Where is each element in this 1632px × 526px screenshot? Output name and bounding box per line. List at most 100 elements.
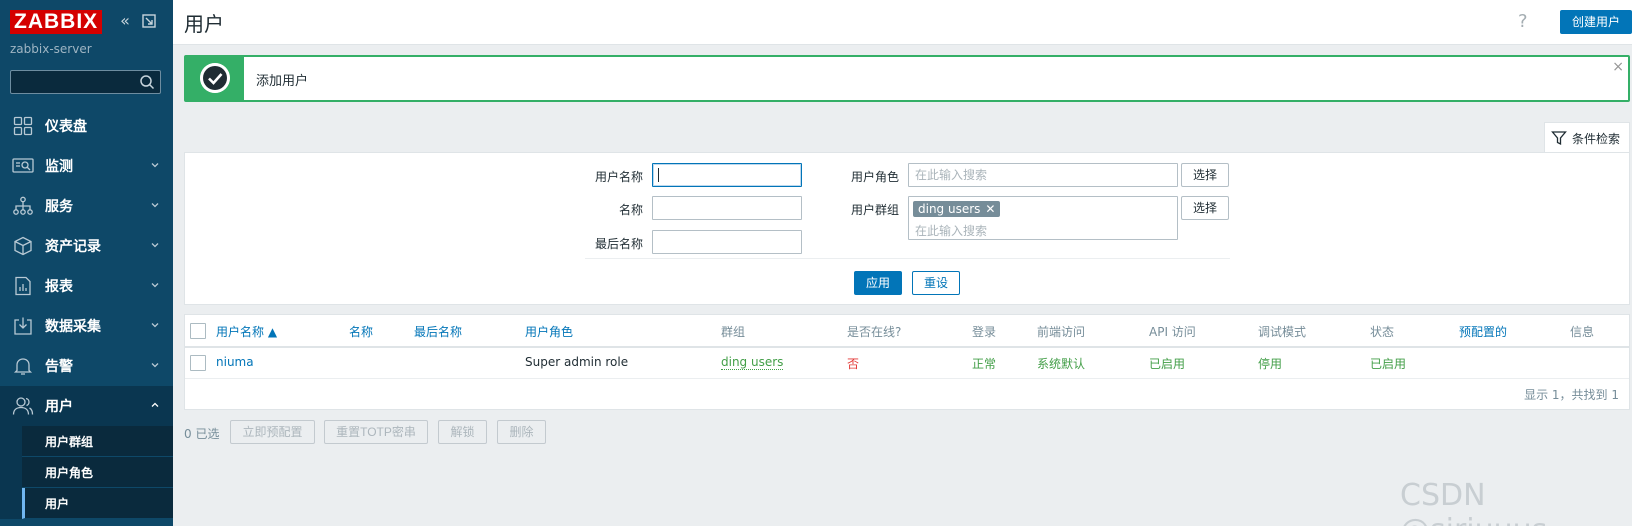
row-groups-link[interactable]: ding users <box>721 355 784 370</box>
create-user-button[interactable]: 创建用户 <box>1560 10 1632 34</box>
selected-count: 0 已选 <box>184 427 220 441</box>
sub-item-user-roles[interactable]: 用户角色 <box>22 457 173 488</box>
help-icon[interactable]: ? <box>1518 11 1528 32</box>
nav-item-label: 仪表盘 <box>45 119 87 135</box>
row-checkbox[interactable] <box>190 355 206 371</box>
select-all-checkbox[interactable] <box>190 323 206 339</box>
chevron-down-icon <box>151 203 159 208</box>
search-icon[interactable] <box>139 74 155 90</box>
nav-item-monitoring[interactable]: 监测 <box>0 146 173 186</box>
unblock-button[interactable]: 解锁 <box>438 420 487 444</box>
sidebar: ZABBIX « zabbix-server 仪表盘 监测 服务 资产记录 报表… <box>0 0 173 526</box>
name-label: 名称 <box>618 203 643 217</box>
nav-item-services[interactable]: 服务 <box>0 186 173 226</box>
server-name: zabbix-server <box>10 42 92 56</box>
row-frontend: 系统默认 <box>1037 357 1086 371</box>
alerts-icon <box>12 355 34 377</box>
provision-now-button[interactable]: 立即预配置 <box>230 420 315 444</box>
sub-item-user-groups[interactable]: 用户群组 <box>22 426 173 457</box>
nav-item-inventory[interactable]: 资产记录 <box>0 226 173 266</box>
message-text: 添加用户 <box>256 74 309 89</box>
col-groups: 群组 <box>721 325 746 339</box>
nav-item-users[interactable]: 用户 <box>0 386 173 426</box>
nav-item-data-collection[interactable]: 数据采集 <box>0 306 173 346</box>
row-login: 正常 <box>972 357 997 371</box>
row-online: 否 <box>847 357 860 371</box>
col-username[interactable]: 用户名称 ▲ <box>216 323 277 340</box>
filter-panel <box>184 152 1630 305</box>
nav-item-label: 服务 <box>45 199 73 215</box>
col-name[interactable]: 名称 <box>349 323 373 340</box>
page-title: 用户 <box>184 12 224 36</box>
chevron-down-icon <box>151 163 159 168</box>
sub-item-users[interactable]: 用户 <box>22 488 173 519</box>
user-role-input[interactable]: 在此输入搜索 <box>908 163 1178 187</box>
role-select-button[interactable]: 选择 <box>1181 163 1229 187</box>
header <box>173 0 1632 44</box>
reset-button[interactable]: 重设 <box>912 271 960 295</box>
nav-item-dashboard[interactable]: 仪表盘 <box>0 106 173 146</box>
col-info: 信息 <box>1570 325 1595 339</box>
col-provisioned[interactable]: 预配置的 <box>1459 323 1507 340</box>
reports-icon <box>12 275 34 297</box>
col-status: 状态 <box>1370 325 1395 339</box>
collapse-sidebar-icon[interactable]: « <box>116 12 134 30</box>
sidebar-search-input[interactable] <box>10 70 161 94</box>
row-role: Super admin role <box>525 355 629 369</box>
nav-item-label: 用户 <box>45 399 73 415</box>
kiosk-mode-icon[interactable] <box>141 13 157 29</box>
nav-item-label: 告警 <box>45 359 73 375</box>
users-icon <box>12 395 34 417</box>
row-debug[interactable]: 停用 <box>1258 355 1282 372</box>
group-select-button[interactable]: 选择 <box>1181 196 1229 220</box>
nav-item-alerts[interactable]: 告警 <box>0 346 173 386</box>
reset-totp-button[interactable]: 重置TOTP密串 <box>324 420 428 444</box>
col-online: 是否在线? <box>847 325 902 339</box>
monitoring-icon <box>12 155 34 177</box>
users-submenu: 用户群组 用户角色 用户 <box>0 426 173 519</box>
nav-item-label: 报表 <box>45 279 73 295</box>
username-input[interactable] <box>652 163 802 187</box>
group-tag-label: ding users <box>918 202 981 216</box>
dashboard-icon <box>12 115 34 137</box>
filter-tab-label: 条件检索 <box>1572 131 1621 146</box>
group-search-placeholder: 在此输入搜索 <box>915 224 988 238</box>
delete-button[interactable]: 删除 <box>497 420 546 444</box>
lastname-label: 最后名称 <box>594 237 643 251</box>
nav-item-label: 监测 <box>45 159 73 175</box>
remove-tag-icon[interactable]: ✕ <box>985 201 995 217</box>
lastname-input[interactable] <box>652 230 802 254</box>
user-group-multiselect[interactable]: ding users ✕ 在此输入搜索 <box>908 196 1178 240</box>
nav-item-reports[interactable]: 报表 <box>0 266 173 306</box>
zabbix-logo[interactable]: ZABBIX <box>10 10 103 34</box>
filter-tab[interactable]: 条件检索 <box>1544 122 1630 153</box>
watermark: CSDN @siriuuus <box>1400 478 1547 526</box>
filter-icon <box>1551 131 1567 146</box>
col-api: API 访问 <box>1149 325 1196 339</box>
nav-item-label: 数据采集 <box>45 319 101 335</box>
data-collection-icon <box>12 315 34 337</box>
chevron-down-icon <box>151 283 159 288</box>
nav-item-label: 资产记录 <box>45 239 101 255</box>
inventory-icon <box>12 235 34 257</box>
name-input[interactable] <box>652 196 802 220</box>
col-lastname[interactable]: 最后名称 <box>414 323 462 340</box>
user-role-label: 用户角色 <box>850 170 899 184</box>
chevron-down-icon <box>151 363 159 368</box>
row-api: 已启用 <box>1149 357 1186 371</box>
apply-button[interactable]: 应用 <box>854 271 902 295</box>
username-label: 用户名称 <box>594 170 643 184</box>
close-icon[interactable]: × <box>1612 59 1624 75</box>
main-nav: 仪表盘 监测 服务 资产记录 报表 数据采集 告警 用户 用户群组 用户角色 用… <box>0 106 173 519</box>
user-group-label: 用户群组 <box>850 203 899 217</box>
col-role[interactable]: 用户角色 <box>525 323 573 340</box>
row-status[interactable]: 已启用 <box>1370 355 1406 372</box>
chevron-down-icon <box>151 243 159 248</box>
users-table: 用户名称 ▲ 名称 最后名称 用户角色 群组 是否在线? 登录 前端访问 API… <box>184 314 1630 410</box>
check-circle-icon <box>200 63 230 93</box>
services-icon <box>12 195 34 217</box>
paging-info: 显示 1，共找到 1 <box>1524 388 1619 402</box>
group-tag: ding users ✕ <box>913 201 1001 217</box>
chevron-down-icon <box>151 323 159 328</box>
row-username-link[interactable]: niuma <box>216 355 254 369</box>
